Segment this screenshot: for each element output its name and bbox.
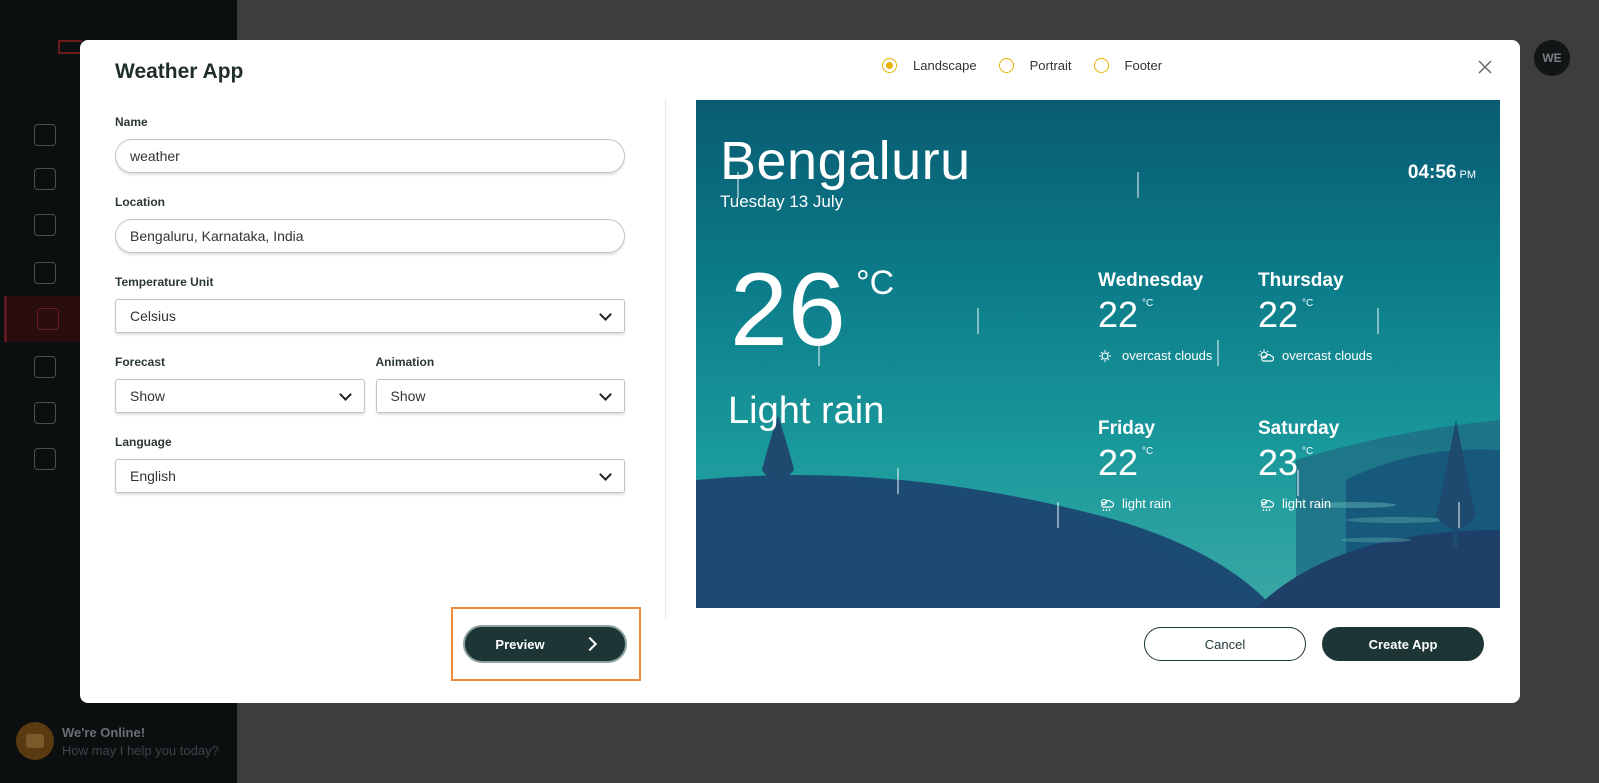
weather-preview: Bengaluru Tuesday 13 July 04:56 PM 26 °C … — [696, 100, 1500, 608]
animation-label: Animation — [375, 355, 435, 369]
forecast-card: Friday 22 °C light rain — [1098, 418, 1258, 511]
forecast-temp: 22 °C — [1098, 442, 1154, 483]
language-value: English — [130, 468, 176, 484]
preview-button-label: Preview — [495, 636, 545, 652]
forecast-card: Thursday 22 °C overcast clouds — [1258, 270, 1418, 363]
name-field: Name — [115, 115, 625, 173]
chat-icon — [16, 722, 54, 760]
language-label: Language — [115, 435, 172, 449]
logo-icon — [58, 40, 82, 54]
name-label: Name — [115, 115, 148, 129]
pie-chart-icon — [34, 356, 56, 378]
temperature-unit-select[interactable]: Celsius — [115, 299, 625, 333]
weather-condition: Light rain — [728, 390, 885, 432]
forecast-desc: overcast clouds — [1258, 348, 1418, 363]
location-input[interactable] — [115, 219, 625, 253]
chat-title: We're Online! — [62, 724, 146, 740]
weather-city: Bengaluru — [720, 131, 971, 191]
weather-time: 04:56 PM — [1408, 162, 1476, 184]
animation-field: Animation Show — [375, 355, 625, 413]
chevron-down-icon — [338, 387, 352, 401]
folder-icon — [34, 168, 56, 190]
sidebar-item-apps — [4, 296, 86, 342]
settings-icon — [34, 448, 56, 470]
avatar: WE — [1534, 40, 1570, 76]
language-select[interactable]: English — [115, 459, 625, 493]
forecast-temp: 22 °C — [1258, 294, 1314, 335]
forecast-desc: light rain — [1258, 496, 1418, 511]
chat-subtitle: How may I help you today? — [62, 742, 219, 758]
forecast-desc: light rain — [1098, 496, 1258, 511]
animation-select[interactable]: Show — [375, 379, 625, 413]
weather-ampm: PM — [1459, 169, 1477, 181]
forecast-temp: 23 °C — [1258, 442, 1314, 483]
apps-grid-icon — [37, 308, 59, 330]
location-field: Location — [115, 195, 625, 253]
weather-temperature: 26 — [730, 252, 846, 368]
billing-icon — [34, 402, 56, 424]
location-label: Location — [115, 195, 165, 209]
forecast-day: Saturday — [1258, 418, 1340, 439]
orientation-label: Landscape — [913, 58, 977, 73]
close-icon — [1478, 60, 1492, 74]
forecast-desc: overcast clouds — [1098, 348, 1258, 363]
chevron-down-icon — [599, 387, 612, 401]
forecast-card: Wednesday 22 °C overcast clouds — [1098, 270, 1258, 363]
close-button[interactable] — [1474, 56, 1496, 78]
weather-app-modal: Weather App Landscape Portrait Footer Na… — [80, 40, 1520, 703]
preview-button[interactable]: Preview — [463, 625, 627, 663]
forecast-field: Forecast Show — [115, 355, 365, 413]
temperature-unit-field: Temperature Unit Celsius — [115, 275, 625, 333]
temperature-unit-label: Temperature Unit — [115, 275, 214, 289]
weather-form: Name Location Temperature Unit Celsius F… — [115, 115, 625, 515]
orientation-portrait[interactable]: Portrait — [998, 58, 1072, 73]
forecast-label: Forecast — [115, 355, 166, 369]
orientation-radio-group: Landscape Portrait Footer — [882, 58, 1162, 73]
language-field: Language English — [115, 435, 625, 493]
orientation-landscape[interactable]: Landscape — [882, 58, 977, 73]
rain-cloud-icon — [1260, 498, 1274, 511]
create-app-button[interactable]: Create App — [1322, 627, 1484, 661]
cancel-button[interactable]: Cancel — [1144, 627, 1306, 661]
chevron-down-icon — [599, 307, 612, 321]
chevron-down-icon — [599, 467, 612, 481]
orientation-label: Footer — [1124, 58, 1163, 73]
monitor-icon — [34, 124, 56, 146]
weather-date: Tuesday 13 July — [720, 192, 844, 211]
orientation-label: Portrait — [1029, 58, 1072, 73]
calendar-icon — [34, 262, 56, 284]
name-input[interactable] — [115, 139, 625, 173]
forecast-value: Show — [130, 388, 166, 404]
orientation-footer[interactable]: Footer — [1093, 58, 1163, 73]
chevron-right-icon — [582, 636, 597, 652]
radio-checked-icon[interactable] — [882, 58, 897, 73]
animation-value: Show — [390, 388, 426, 404]
modal-title: Weather App — [115, 60, 244, 83]
rain-cloud-icon — [1100, 498, 1114, 511]
forecast-temp: 22 °C — [1098, 294, 1154, 335]
chat-widget: We're Online! How may I help you today? — [16, 722, 219, 760]
edit-icon — [34, 214, 56, 236]
forecast-day: Friday — [1098, 418, 1156, 439]
radio-unchecked-icon[interactable] — [998, 58, 1014, 73]
cloud-sun-icon — [1258, 348, 1274, 362]
radio-unchecked-icon[interactable] — [1093, 58, 1109, 73]
vertical-divider — [665, 98, 666, 618]
forecast-card: Saturday 23 °C light rain — [1258, 418, 1418, 511]
sun-cloud-icon — [1099, 349, 1111, 362]
weather-time-value: 04:56 — [1407, 162, 1457, 183]
forecast-select[interactable]: Show — [115, 379, 365, 413]
forecast-day: Wednesday — [1098, 270, 1204, 291]
temperature-unit-value: Celsius — [130, 308, 176, 324]
weather-unit: °C — [856, 264, 895, 302]
forecast-day: Thursday — [1258, 270, 1344, 291]
